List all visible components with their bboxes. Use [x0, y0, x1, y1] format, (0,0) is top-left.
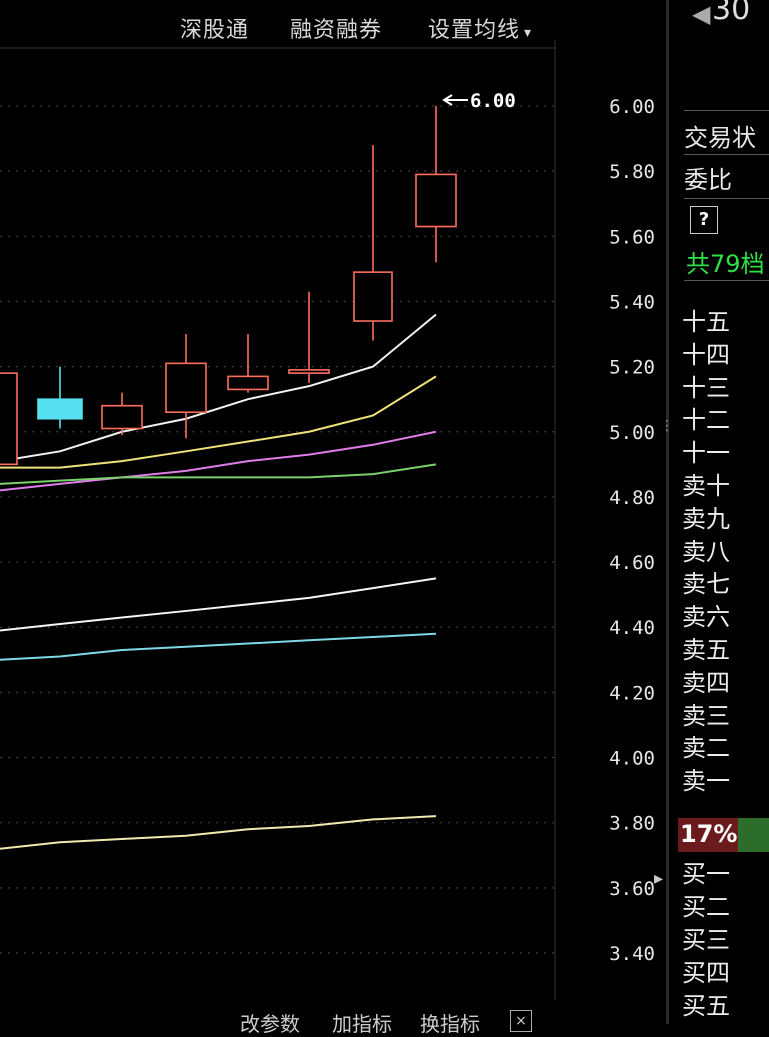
y-tick-label: 3.40	[609, 943, 655, 965]
order-ratio-bid-bar	[738, 818, 769, 852]
y-tick-label: 3.60	[609, 878, 655, 900]
ask-level-label[interactable]: 十二	[682, 400, 730, 435]
order-ratio-value: 17%	[680, 820, 738, 848]
candle-body	[101, 404, 143, 430]
y-tick-label: 6.00	[609, 96, 655, 118]
bid-level-label[interactable]: 买一	[682, 854, 730, 889]
back-arrow-icon[interactable]: ◀	[692, 0, 710, 28]
ask-level-label[interactable]: 十五	[682, 302, 730, 337]
y-tick-label: 5.60	[609, 226, 655, 248]
switch-indicator-tab[interactable]: 换指标	[420, 1008, 480, 1037]
divider	[684, 280, 769, 281]
panel-divider[interactable]	[666, 0, 669, 1024]
ask-level-label[interactable]: 卖四	[682, 663, 730, 698]
help-icon[interactable]: ?	[690, 206, 718, 234]
moving-average-line	[0, 577, 437, 632]
candle-body	[0, 372, 18, 466]
bid-level-label[interactable]: 买五	[682, 986, 730, 1021]
y-tick-label: 5.40	[609, 291, 655, 313]
ask-level-label[interactable]: 卖十	[682, 466, 730, 501]
order-ratio-bar: 17%	[678, 818, 738, 852]
ask-level-label[interactable]: 卖六	[682, 597, 730, 632]
y-tick-label: 5.00	[609, 422, 655, 444]
order-book-panel: ◀ 30 交易状 委比 ? 共79档 十五 十四 十三 十二 十一 卖十 卖九 卖八 卖七 卖六卖…	[676, 0, 769, 1024]
candle-body	[37, 398, 83, 420]
order-ratio-label: 委比	[684, 166, 732, 194]
divider	[684, 110, 769, 111]
stock-code: 30	[712, 0, 751, 27]
bid-level-label[interactable]: 买四	[682, 953, 730, 988]
moving-average-line	[0, 632, 437, 661]
y-tick-label: 5.80	[609, 161, 655, 183]
total-levels[interactable]: 共79档	[686, 244, 765, 279]
ask-level-label[interactable]: 卖五	[682, 630, 730, 665]
divider	[684, 154, 769, 155]
trade-status-label: 交易状	[684, 124, 756, 152]
candlestick-chart[interactable]: 6.00 5.80 5.60 5.40 5.20 5.00 4.80 4.60 4.40 4.20…	[0, 0, 670, 1024]
ask-level-label[interactable]: 卖二	[682, 728, 730, 763]
y-tick-label: 4.00	[609, 748, 655, 770]
moving-average-line	[0, 430, 437, 492]
ask-level-label[interactable]: 卖八	[682, 532, 730, 567]
candle-body	[227, 375, 269, 391]
ask-level-label[interactable]: 卖一	[682, 761, 730, 796]
candle-body	[415, 173, 457, 228]
bid-level-label[interactable]: 买三	[682, 920, 730, 955]
ask-level-label[interactable]: 卖九	[682, 499, 730, 534]
edit-params-tab[interactable]: 改参数	[240, 1008, 300, 1037]
add-indicator-tab[interactable]: 加指标	[332, 1008, 392, 1037]
ask-level-label[interactable]: 卖七	[682, 564, 730, 599]
candle-body	[288, 369, 330, 374]
indicator-toolbar: 改参数 加指标 换指标	[0, 1000, 560, 1036]
y-tick-label: 4.20	[609, 682, 655, 704]
moving-average-line	[0, 313, 437, 463]
ask-level-label[interactable]: 十四	[682, 335, 730, 370]
divider	[684, 198, 769, 199]
ask-level-label[interactable]: 卖三	[682, 696, 730, 731]
ask-level-label[interactable]: 十三	[682, 368, 730, 403]
close-icon[interactable]: ×	[510, 1010, 532, 1032]
ask-level-label[interactable]: 十一	[682, 433, 730, 468]
y-tick-label: 4.40	[609, 617, 655, 639]
candle-body	[165, 362, 207, 414]
max-price-annotation: 6.00	[470, 90, 516, 112]
y-tick-label: 5.20	[609, 357, 655, 379]
candle-body	[353, 271, 393, 322]
y-tick-label: 3.80	[609, 813, 655, 835]
expand-right-icon[interactable]: ▸	[654, 868, 663, 889]
y-tick-label: 4.60	[609, 552, 655, 574]
moving-average-line	[0, 815, 437, 850]
bid-level-label[interactable]: 买二	[682, 887, 730, 922]
moving-average-line	[0, 375, 437, 469]
y-tick-label: 4.80	[609, 487, 655, 509]
